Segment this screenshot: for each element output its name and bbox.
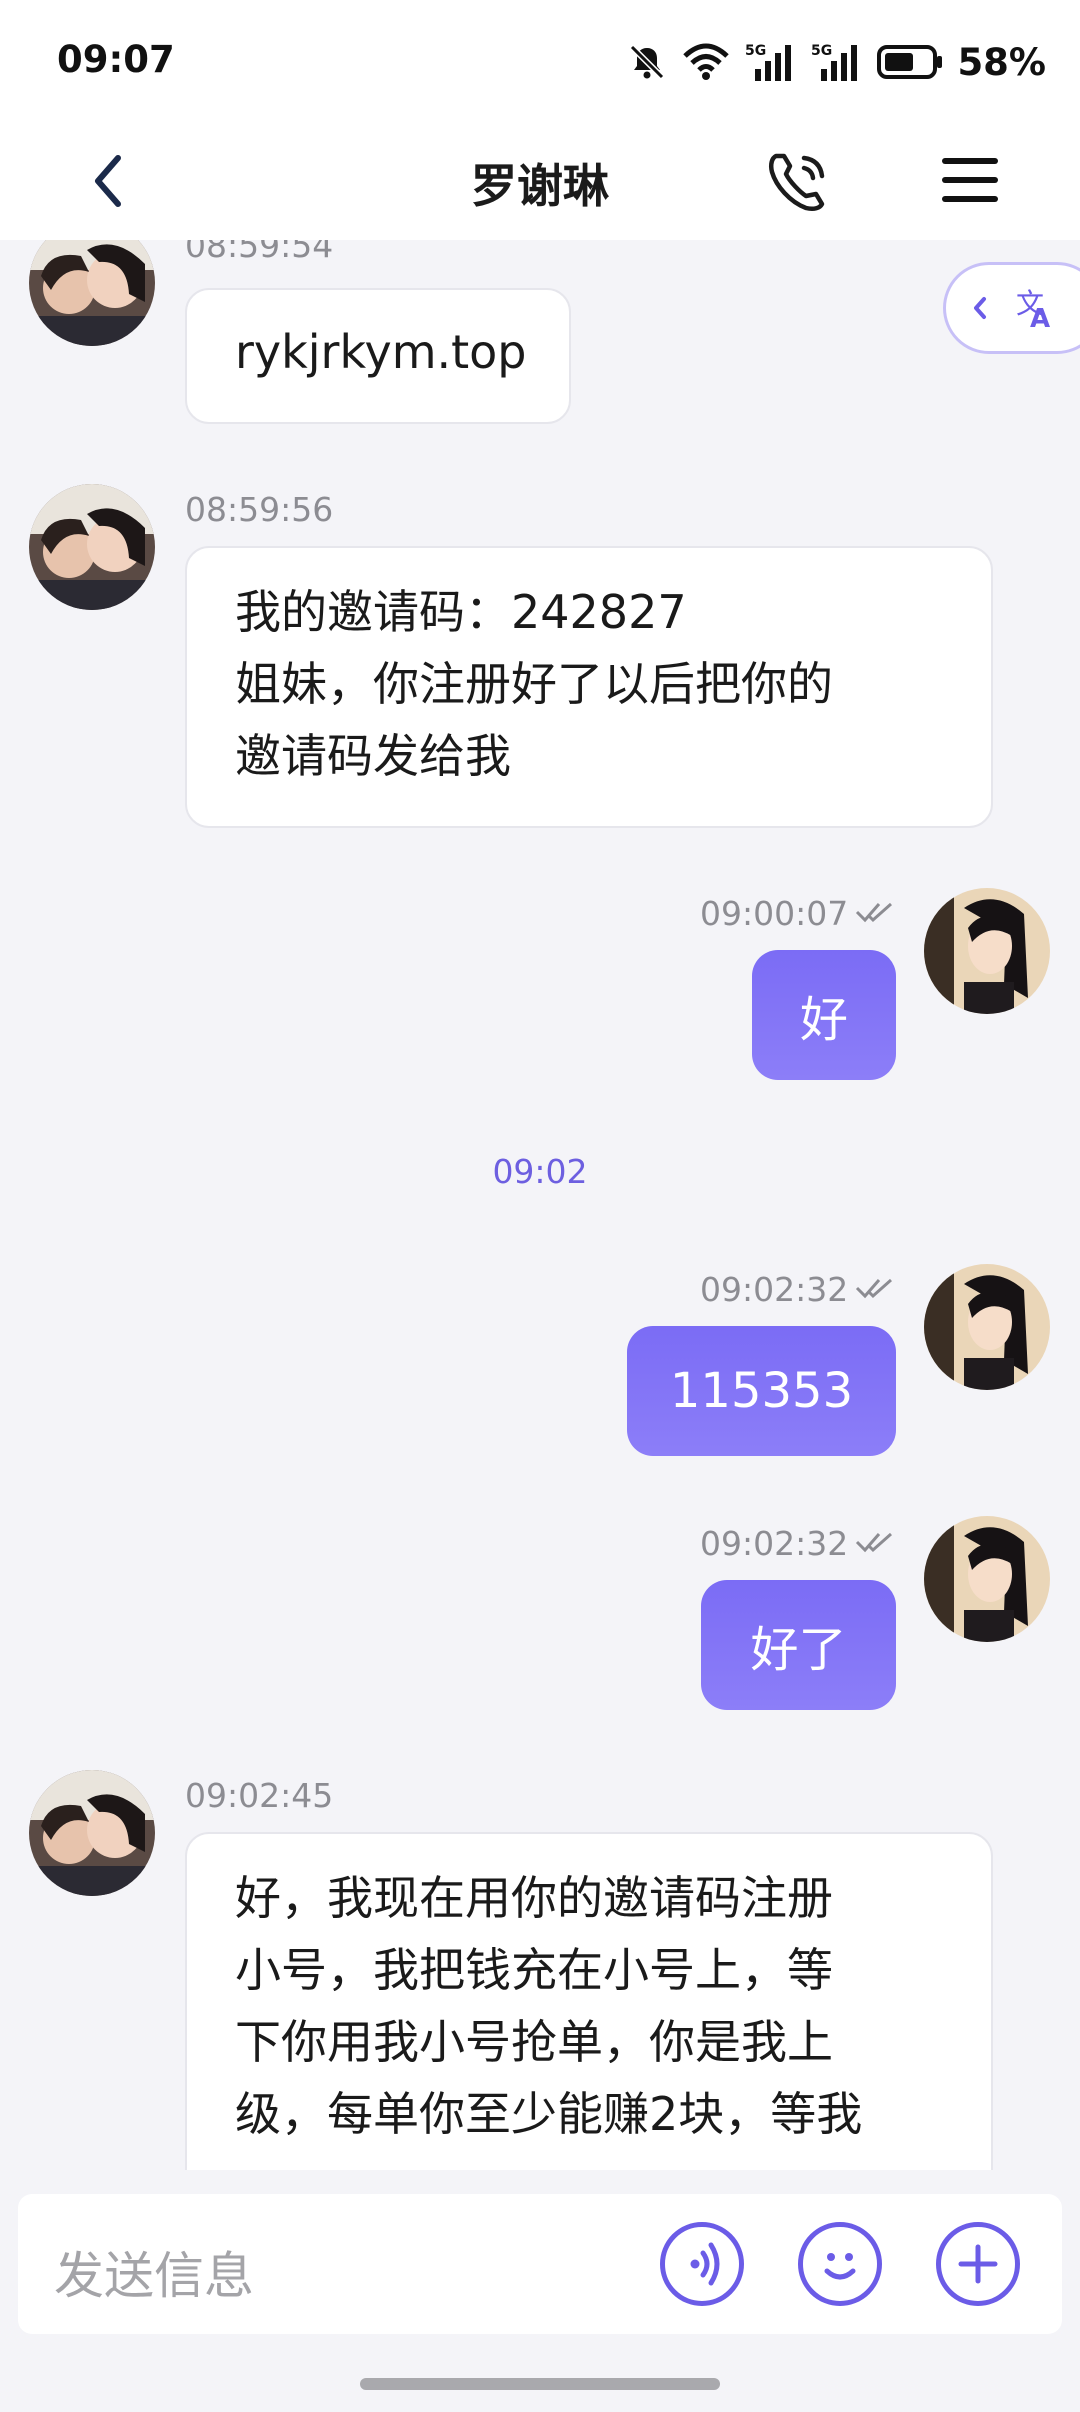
battery-icon: [877, 44, 943, 80]
voice-button[interactable]: [660, 2222, 744, 2306]
emoji-button[interactable]: [798, 2222, 882, 2306]
home-indicator[interactable]: [360, 2378, 720, 2390]
message-text: 115353: [669, 1363, 854, 1419]
avatar-illustration-icon: [924, 888, 1050, 1014]
message-text: 小号，我把钱充在小号上，等: [235, 1943, 833, 1997]
message-input[interactable]: 发送信息: [18, 2194, 1062, 2334]
svg-text:5G: 5G: [811, 43, 832, 59]
my-avatar[interactable]: [924, 1516, 1050, 1642]
message-text: 下你用我小号抢单，你是我上: [235, 2015, 833, 2069]
message-bubble-outgoing[interactable]: 好: [752, 950, 896, 1080]
message-list[interactable]: 08:59:54 rykjrkym.top 文 A 08:59:56 我的邀请码…: [0, 240, 1080, 2170]
translate-button[interactable]: 文 A: [943, 262, 1080, 354]
message-time: 09:02:32: [700, 1270, 849, 1309]
call-button[interactable]: [760, 144, 836, 220]
message-text: 好，我现在用你的邀请码注册: [235, 1871, 833, 1925]
voice-icon: [690, 2242, 720, 2286]
message-bubble-incoming[interactable]: rykjrkym.top: [185, 288, 571, 424]
message-text: 我的邀请码：242827: [235, 585, 687, 639]
message-text: rykjrkym.top: [235, 325, 527, 379]
read-receipt-icon: [855, 1530, 895, 1558]
message-time: 09:02:32: [700, 1524, 849, 1563]
status-time: 09:07: [57, 38, 175, 81]
avatar-photo-icon: [29, 240, 155, 346]
svg-text:A: A: [1030, 304, 1050, 334]
time-divider: 09:02: [492, 1152, 588, 1191]
message-input-placeholder: 发送信息: [54, 2247, 254, 2305]
wifi-icon: [681, 42, 731, 82]
smiley-icon: [824, 2253, 856, 2280]
message-time: 09:02:45: [185, 1776, 334, 1815]
message-bubble-outgoing[interactable]: 好了: [701, 1580, 896, 1710]
contact-avatar[interactable]: [29, 240, 155, 346]
hamburger-icon: [942, 158, 998, 202]
message-text: 姐妹，你注册好了以后把你的: [235, 657, 833, 711]
message-text: 好了: [750, 1622, 847, 1678]
mute-icon: [627, 42, 667, 82]
phone-icon: [768, 153, 825, 212]
message-bubble-outgoing[interactable]: 115353: [627, 1326, 896, 1456]
status-icons: 5G 5G 58%: [627, 34, 1046, 90]
message-time: 08:59:56: [185, 490, 334, 529]
avatar-photo-icon: [29, 1770, 155, 1896]
add-button[interactable]: [936, 2222, 1020, 2306]
menu-button[interactable]: [938, 152, 1002, 208]
svg-text:5G: 5G: [745, 43, 766, 59]
translate-icon: 文 A: [974, 287, 1050, 334]
my-avatar[interactable]: [924, 888, 1050, 1014]
my-avatar[interactable]: [924, 1264, 1050, 1390]
avatar-illustration-icon: [924, 1264, 1050, 1390]
message-text: 邀请码发给我: [235, 729, 511, 783]
message-text: 好: [799, 992, 848, 1048]
contact-avatar[interactable]: [29, 1770, 155, 1896]
signal-5g-icon: 5G: [745, 41, 797, 83]
read-receipt-icon: [855, 1276, 895, 1304]
status-bar: 09:07 5G 5G 58%: [0, 0, 1080, 120]
message-bubble-incoming[interactable]: 我的邀请码：242827 姐妹，你注册好了以后把你的 邀请码发给我: [185, 546, 993, 828]
chat-header: 罗谢琳: [0, 120, 1080, 240]
composer-bar: 发送信息: [0, 2170, 1080, 2412]
message-time: 09:00:07: [700, 894, 849, 933]
message-text: 级，每单你至少能赚2块，等我: [235, 2087, 863, 2141]
plus-icon: [958, 2244, 998, 2284]
message-time: 08:59:54: [185, 240, 334, 265]
avatar-illustration-icon: [924, 1516, 1050, 1642]
signal-5g-icon: 5G: [811, 41, 863, 83]
avatar-photo-icon: [29, 484, 155, 610]
message-bubble-incoming[interactable]: 好，我现在用你的邀请码注册 小号，我把钱充在小号上，等 下你用我小号抢单，你是我…: [185, 1832, 993, 2170]
battery-percent: 58%: [957, 40, 1046, 84]
chat-title: 罗谢琳: [471, 159, 609, 213]
contact-avatar[interactable]: [29, 484, 155, 610]
read-receipt-icon: [855, 900, 895, 928]
